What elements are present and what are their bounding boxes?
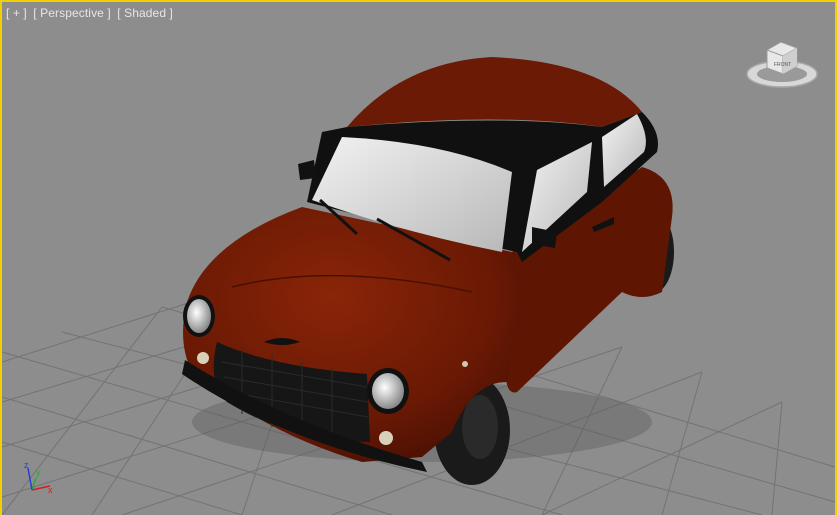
viewcube-face-label: FRONT <box>774 62 791 68</box>
axis-z-label: z <box>24 460 29 470</box>
scene-canvas[interactable] <box>2 2 835 515</box>
axis-tripod-icon: x y z <box>24 460 53 495</box>
car-roof <box>347 57 642 127</box>
axis-y-label: y <box>36 467 41 477</box>
left-mirror <box>298 160 316 180</box>
axis-x-label: x <box>48 485 53 495</box>
viewcube-icon[interactable]: FRONT <box>743 36 821 94</box>
perspective-viewport[interactable]: [ + ] [ Perspective ] [ Shaded ] FRONT x… <box>0 0 837 515</box>
car-model <box>182 57 674 485</box>
